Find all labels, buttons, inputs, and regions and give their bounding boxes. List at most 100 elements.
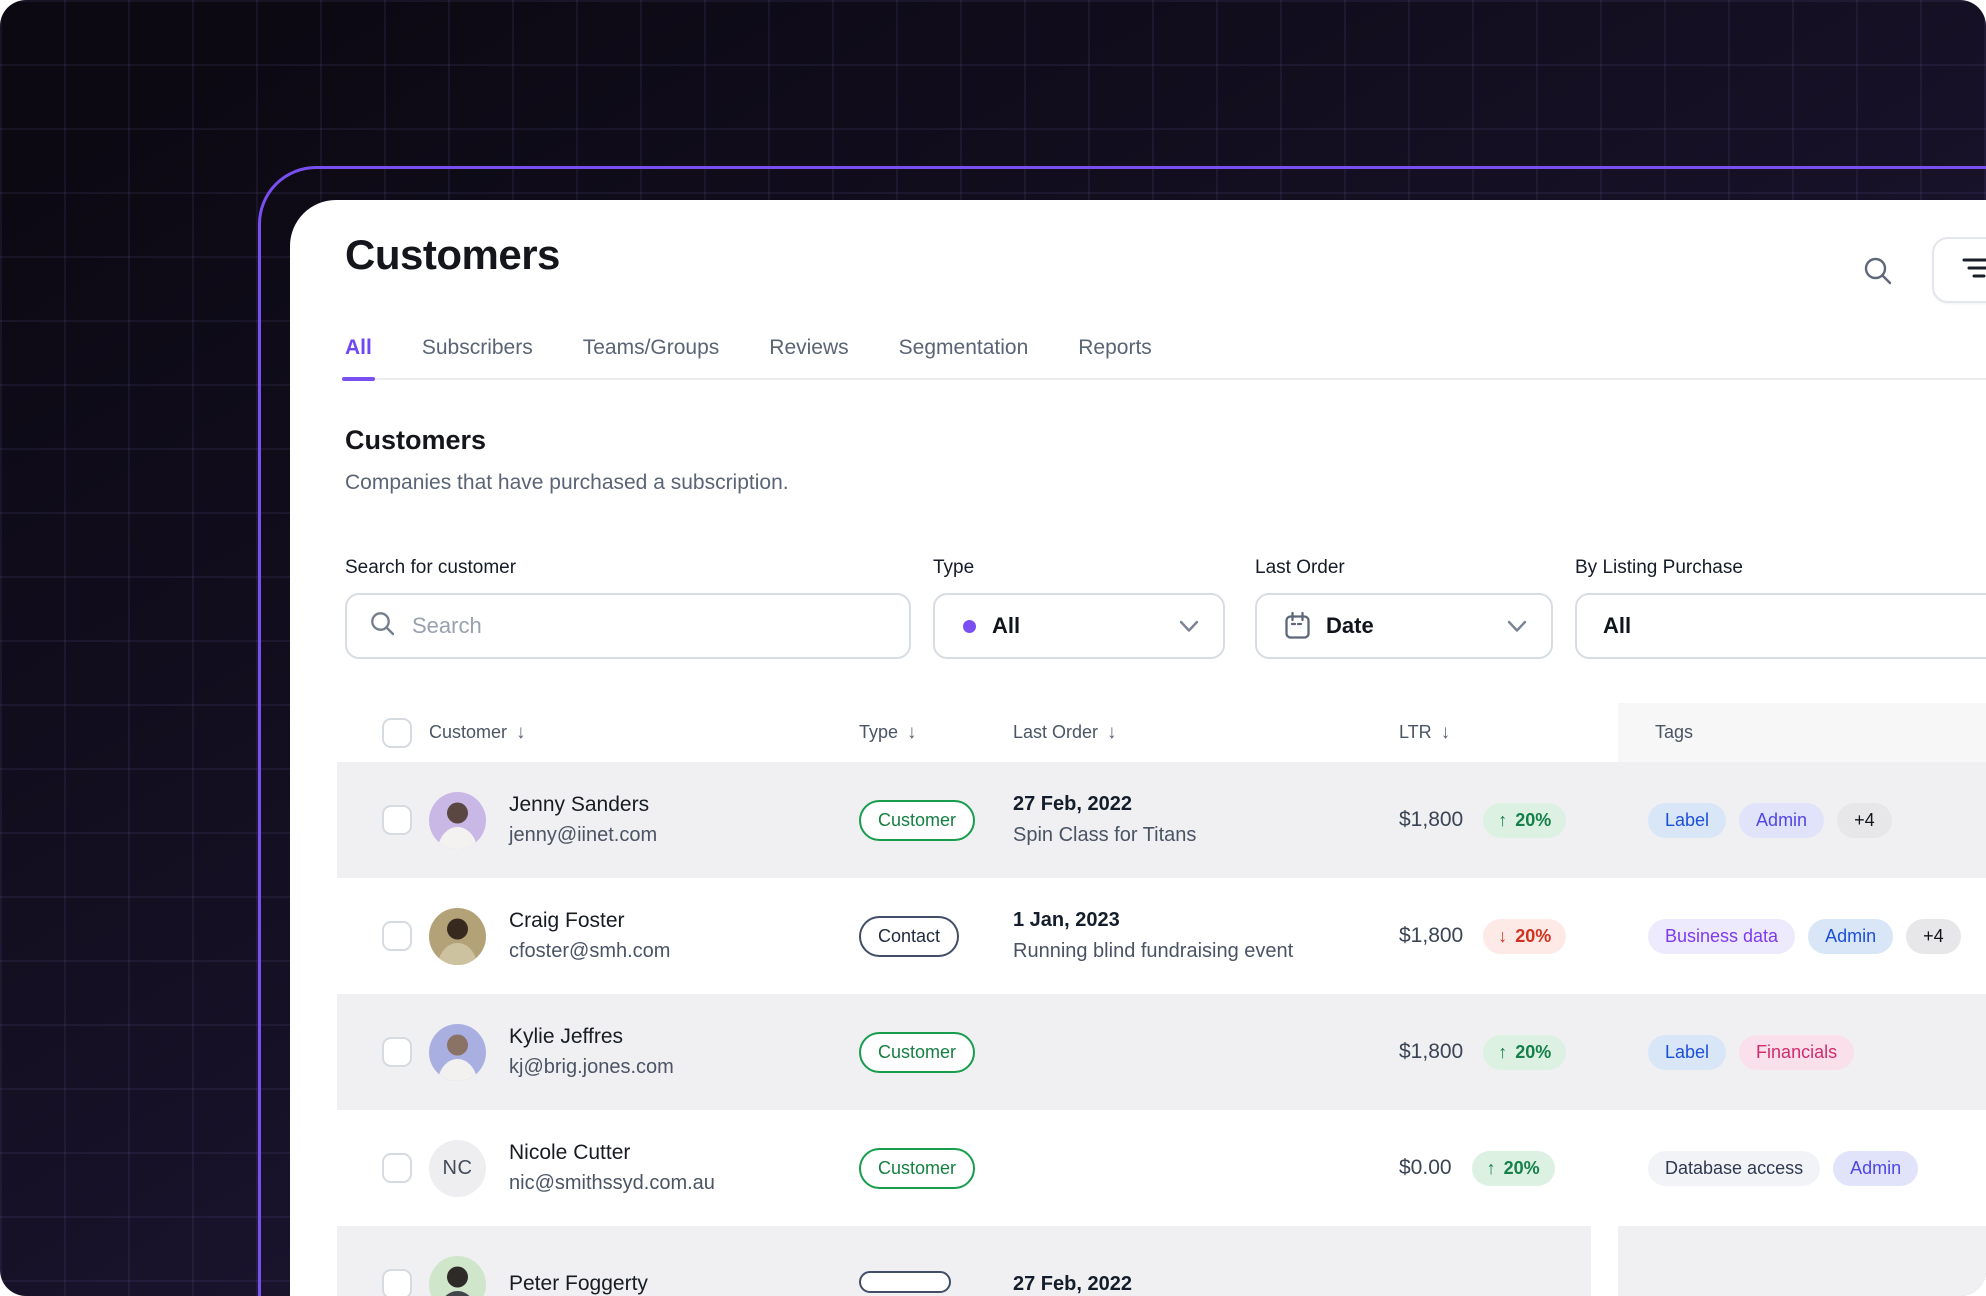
- tag-chip: Database access: [1648, 1150, 1821, 1186]
- column-header-customer[interactable]: Customer ↓: [429, 722, 859, 744]
- customer-name: Jenny Sanders: [509, 793, 650, 816]
- customer-email: kj@brig.jones.com: [509, 1056, 674, 1078]
- trend-up-icon: ↑: [1498, 1041, 1508, 1062]
- tag-overflow-count[interactable]: +4: [1906, 918, 1961, 954]
- search-filter-label: Search for customer: [345, 557, 517, 578]
- avatar: [429, 791, 486, 849]
- search-input[interactable]: [410, 612, 909, 640]
- row-checkbox[interactable]: [382, 805, 412, 835]
- type-badge: Customer: [859, 799, 976, 841]
- customers-table: Customer ↓ Type ↓ Last Order ↓ LTR ↓ Tag…: [337, 703, 1986, 1296]
- tab-bar: All Subscribers Teams/Groups Reviews Segment…: [342, 336, 1986, 381]
- ltr-change-badge: ↓ 20%: [1483, 918, 1567, 954]
- customer-name: Kylie Jeffres: [509, 1025, 623, 1048]
- tab-teams-groups[interactable]: Teams/Groups: [583, 336, 720, 378]
- type-badge: [859, 1270, 951, 1293]
- filter-bar: Search for customer Type All: [345, 556, 1986, 659]
- tab-all[interactable]: All: [342, 336, 375, 381]
- last-order-date: 27 Feb, 2022: [1013, 1272, 1132, 1295]
- tag-chip: Label: [1648, 1034, 1727, 1070]
- tab-segmentation[interactable]: Segmentation: [899, 336, 1029, 378]
- table-row[interactable]: Peter Foggerty 27 Feb, 2022: [337, 1226, 1986, 1296]
- avatar: [429, 907, 486, 965]
- ltr-change-badge: ↑ 20%: [1471, 1150, 1555, 1186]
- last-order-date: 1 Jan, 2023: [1013, 909, 1120, 931]
- tag-chip: Business data: [1648, 918, 1796, 954]
- type-filter-label: Type: [933, 557, 975, 578]
- listing-select-value: All: [1603, 613, 1632, 638]
- table-row[interactable]: NC Nicole Cutter nic@smithssyd.com.au Custo…: [337, 1110, 1986, 1226]
- last-order-detail: Spin Class for Titans: [1013, 824, 1197, 846]
- sort-desc-icon: ↓: [1107, 721, 1117, 743]
- tab-reports[interactable]: Reports: [1078, 336, 1152, 378]
- chevron-down-icon: [1507, 613, 1527, 639]
- tag-overflow-count[interactable]: +4: [1837, 802, 1892, 838]
- search-input-icon: [369, 610, 396, 643]
- table-body: Jenny Sanders jenny@iinet.com Customer 27 F…: [337, 762, 1986, 1296]
- row-checkbox[interactable]: [382, 1269, 412, 1296]
- trend-down-icon: ↓: [1498, 925, 1508, 946]
- tag-chip: Admin: [1833, 1150, 1919, 1186]
- sort-desc-icon: ↓: [516, 721, 526, 743]
- chevron-down-icon: [1179, 613, 1199, 639]
- search-icon[interactable]: [1862, 255, 1894, 287]
- type-status-dot: [963, 619, 976, 633]
- table-header-row: Customer ↓ Type ↓ Last Order ↓ LTR ↓ Tag…: [337, 703, 1986, 762]
- sort-desc-icon: ↓: [907, 721, 917, 743]
- listing-select[interactable]: All: [1575, 593, 1986, 659]
- last-order-select-value: Date: [1326, 613, 1374, 638]
- customer-name: Craig Foster: [509, 909, 625, 932]
- type-select[interactable]: All: [933, 593, 1225, 659]
- sort-desc-icon: ↓: [1440, 721, 1451, 743]
- customer-email: jenny@iinet.com: [509, 824, 658, 846]
- row-checkbox[interactable]: [382, 921, 412, 951]
- filter-button[interactable]: [1932, 237, 1986, 303]
- avatar: [429, 1023, 486, 1081]
- table-row[interactable]: Craig Foster cfoster@smh.com Contact 1 Jan,…: [337, 878, 1986, 994]
- section-description: Companies that have purchased a subscrip…: [345, 471, 789, 494]
- customer-email: cfoster@smh.com: [509, 940, 671, 962]
- ltr-value: $0.00: [1399, 1156, 1452, 1179]
- tab-subscribers[interactable]: Subscribers: [422, 336, 533, 378]
- page-title: Customers: [345, 231, 560, 278]
- ltr-change-badge: ↑ 20%: [1483, 1034, 1567, 1070]
- trend-up-icon: ↑: [1486, 1157, 1496, 1178]
- customer-name: Peter Foggerty: [509, 1272, 648, 1295]
- listing-filter-label: By Listing Purchase: [1575, 557, 1743, 578]
- customer-name: Nicole Cutter: [509, 1141, 631, 1164]
- ltr-value: $1,800: [1399, 924, 1464, 947]
- filter-lines-icon: [1960, 252, 1986, 289]
- tag-chip: Financials: [1739, 1034, 1855, 1070]
- avatar: [429, 1255, 486, 1296]
- calendar-icon: [1283, 611, 1312, 641]
- type-select-value: All: [992, 613, 1021, 638]
- type-badge: Contact: [859, 915, 960, 957]
- last-order-select[interactable]: Date: [1255, 593, 1553, 659]
- tag-chip: Label: [1648, 802, 1727, 838]
- table-row[interactable]: Jenny Sanders jenny@iinet.com Customer 27 F…: [337, 762, 1986, 878]
- column-header-type[interactable]: Type ↓: [859, 722, 1013, 744]
- customer-search-field[interactable]: [345, 593, 911, 659]
- tag-chip: Admin: [1739, 802, 1825, 838]
- section-heading: Customers: [345, 425, 487, 455]
- row-checkbox[interactable]: [382, 1037, 412, 1067]
- last-order-filter-label: Last Order: [1255, 557, 1345, 578]
- last-order-detail: Running blind fundraising event: [1013, 940, 1294, 962]
- type-badge: Customer: [859, 1031, 976, 1073]
- type-badge: Customer: [859, 1147, 976, 1189]
- trend-up-icon: ↑: [1498, 809, 1508, 830]
- column-header-last-order[interactable]: Last Order ↓: [1013, 722, 1399, 744]
- tab-reviews[interactable]: Reviews: [769, 336, 848, 378]
- customers-panel: Customers All Subscribers Teams/Groups Revi…: [290, 200, 1986, 1296]
- last-order-date: 27 Feb, 2022: [1013, 793, 1132, 815]
- ltr-value: $1,800: [1399, 1040, 1464, 1063]
- screen: Customers All Subscribers Teams/Groups Revi…: [0, 0, 1986, 1296]
- column-header-ltr[interactable]: LTR ↓: [1399, 722, 1591, 744]
- ltr-value: $1,800: [1399, 808, 1464, 831]
- select-all-checkbox[interactable]: [382, 717, 412, 748]
- column-header-tags: Tags: [1618, 703, 1986, 762]
- row-checkbox[interactable]: [382, 1153, 412, 1183]
- avatar: NC: [429, 1139, 486, 1197]
- table-row[interactable]: Kylie Jeffres kj@brig.jones.com Customer $1…: [337, 994, 1986, 1110]
- ltr-change-badge: ↑ 20%: [1483, 802, 1567, 838]
